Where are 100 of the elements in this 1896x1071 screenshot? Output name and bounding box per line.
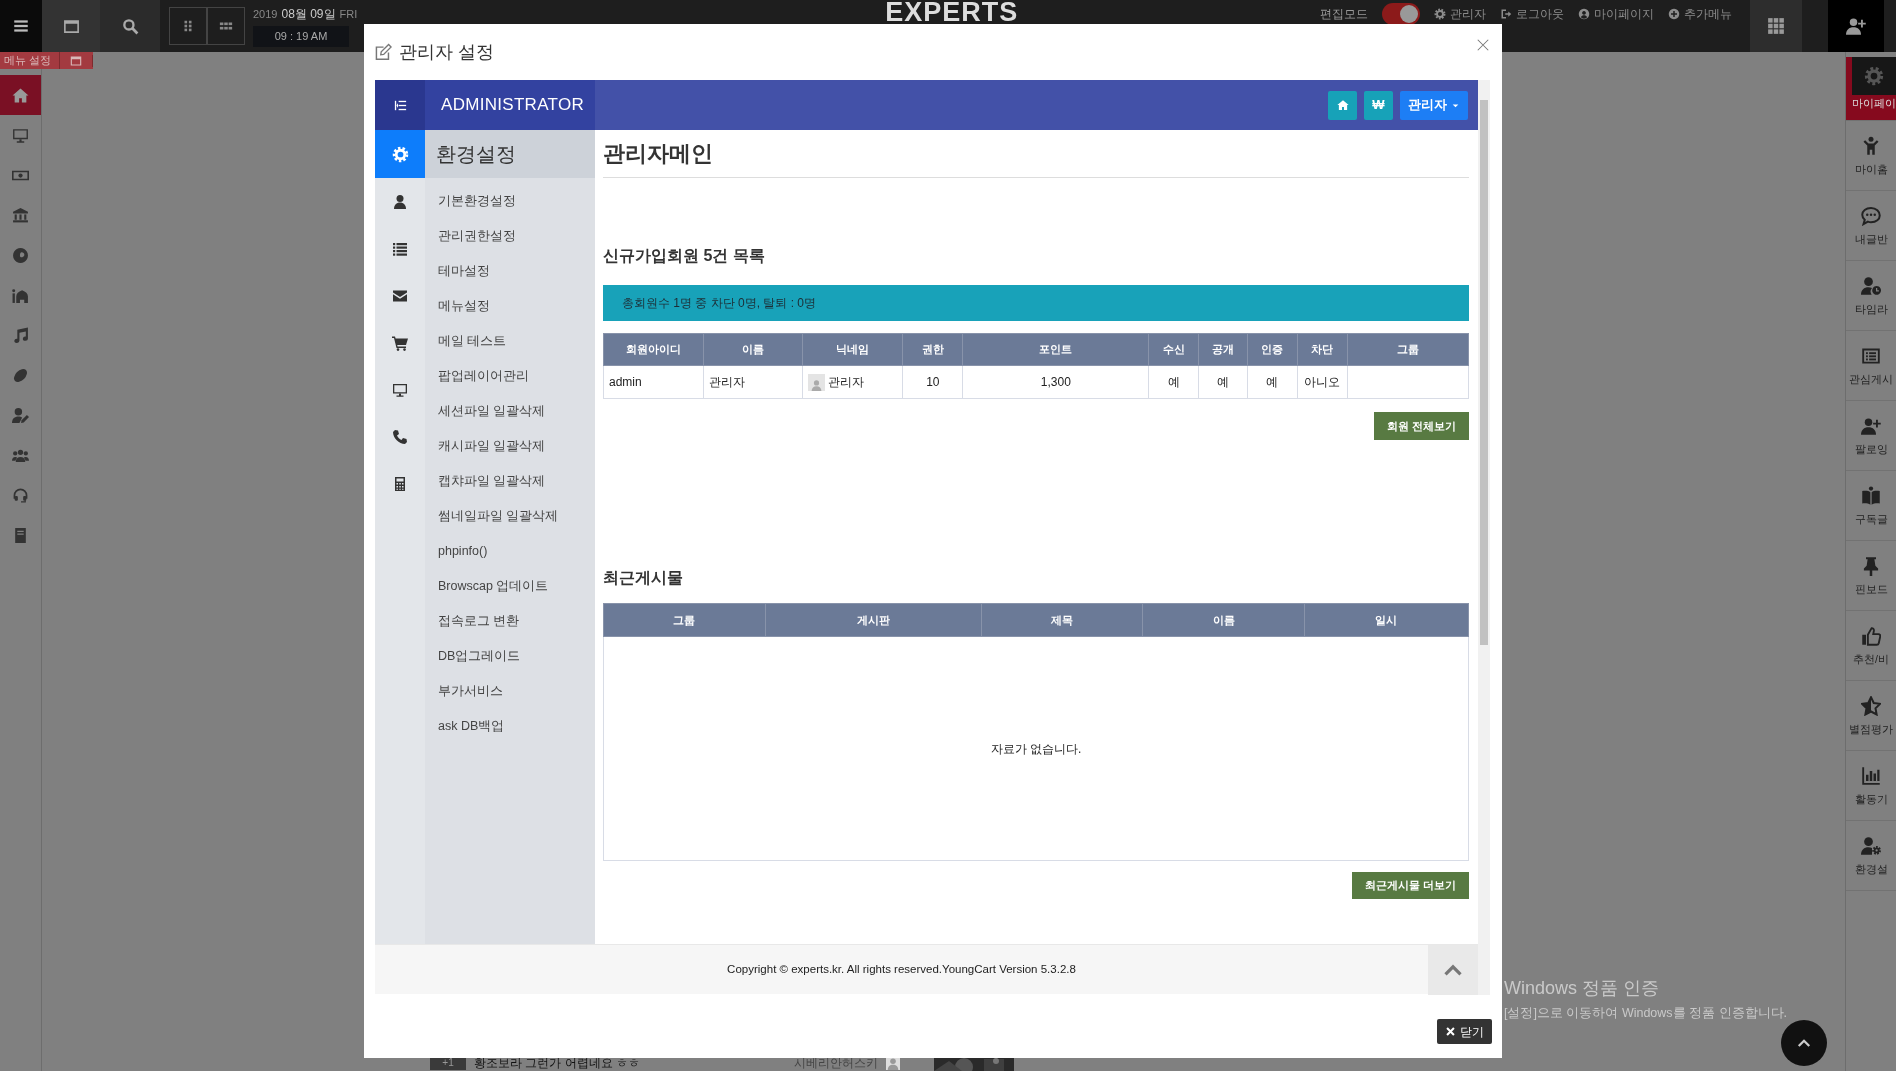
menu-item[interactable]: 캡챠파일 일괄삭제 <box>425 464 595 499</box>
close-button[interactable] <box>1476 38 1490 52</box>
menu-icon <box>12 17 30 35</box>
menu-item[interactable]: 부가서비스 <box>425 674 595 709</box>
gear-icon <box>1434 8 1447 20</box>
globe-icon <box>12 246 29 264</box>
column-header: 제목 <box>981 603 1143 637</box>
column-header: 이름 <box>703 333 803 366</box>
headset-icon <box>12 486 29 504</box>
edit-mode-label: 편집모드 <box>1320 6 1369 23</box>
sidebar-item[interactable]: 구독글 <box>1846 471 1896 541</box>
menu-item[interactable]: 기본환경설정 <box>425 184 595 219</box>
activation-title: Windows 정품 인증 <box>1504 977 1661 1000</box>
column-header: 포인트 <box>963 333 1149 366</box>
user-pen-icon <box>12 406 29 424</box>
back-to-top-button[interactable] <box>1781 1020 1827 1066</box>
sidebar-item[interactable]: 핀보드 <box>1846 541 1896 611</box>
user-plus-icon <box>1846 16 1867 36</box>
menu-item[interactable]: 캐시파일 일괄삭제 <box>425 429 595 464</box>
window-button[interactable] <box>42 0 100 52</box>
top-link[interactable]: 마이페이지 <box>1578 5 1655 23</box>
sidebar-item[interactable]: 타임라 <box>1846 261 1896 331</box>
currency-button[interactable]: ₩ <box>1364 90 1393 120</box>
grid-view-button[interactable] <box>169 7 207 45</box>
table-cell: 예 <box>1148 365 1199 399</box>
menu-item[interactable]: Browscap 업데이트 <box>425 569 595 604</box>
table-cell: 1,300 <box>963 365 1149 399</box>
table-cell: 관리자 <box>703 365 803 399</box>
list-view-button[interactable] <box>207 7 245 45</box>
bar-chart-icon <box>1861 765 1881 786</box>
menu-settings-tab[interactable]: 메뉴 설정 <box>0 52 94 69</box>
more-posts-button[interactable]: 최근게시물 더보기 <box>1351 872 1469 899</box>
top-link[interactable]: 관리자 <box>1434 5 1487 23</box>
menu-item[interactable]: DB업그레이드 <box>425 639 595 674</box>
top-link[interactable]: 로그아웃 <box>1500 5 1565 23</box>
window-icon <box>62 17 80 35</box>
menu-item[interactable]: 썸네일파일 일괄삭제 <box>425 499 595 534</box>
add-user-button[interactable] <box>1828 0 1885 52</box>
section-title: 최근게시물 <box>603 568 684 588</box>
sidebar-item[interactable]: 환경설 <box>1846 821 1896 891</box>
column-header: 수신 <box>1148 333 1199 366</box>
calculator-icon <box>392 475 408 492</box>
sidebar-item[interactable]: 마이홈 <box>1846 121 1896 191</box>
menu-item[interactable]: 메뉴설정 <box>425 289 595 324</box>
menu-item[interactable]: 접속로그 변환 <box>425 604 595 639</box>
sidebar-item[interactable] <box>0 75 41 115</box>
apps-button[interactable] <box>1750 0 1803 52</box>
dialog-title: 관리자 설정 <box>399 40 494 64</box>
view-all-members-button[interactable]: 회원 전체보기 <box>1373 412 1469 440</box>
clock-time: 09 : 19 AM <box>253 26 349 47</box>
user-gear-icon <box>1861 835 1881 856</box>
menu-item[interactable]: ask DB백업 <box>425 709 595 744</box>
user-icon <box>392 193 408 210</box>
year-text: 2019 <box>253 7 278 23</box>
empty-message: 자료가 없습니다. <box>990 741 1082 756</box>
close-button[interactable]: 닫기 <box>1437 1019 1492 1044</box>
sidebar-toggle-button[interactable] <box>375 80 425 130</box>
menu-item[interactable]: 메일 테스트 <box>425 324 595 359</box>
top-link[interactable]: 추가메뉴 <box>1668 5 1733 23</box>
table-cell: 예 <box>1198 365 1248 399</box>
star-icon <box>1861 695 1881 716</box>
music-note-icon <box>12 326 29 344</box>
menu-button[interactable] <box>0 0 42 52</box>
author-name: 시베리안허스키 <box>794 1055 878 1071</box>
monitor-icon <box>392 381 408 398</box>
menu-item[interactable]: 세션파일 일괄삭제 <box>425 394 595 429</box>
sidebar-item[interactable]: 내글반 <box>1846 191 1896 261</box>
member-summary: 총회원수 1명 중 차단 0명, 탈퇴 : 0명 <box>603 285 1469 321</box>
menu-item[interactable]: 팝업레이어관리 <box>425 359 595 394</box>
sidebar-item[interactable]: 관심게시 <box>1846 331 1896 401</box>
table-cell: 예 <box>1247 365 1298 399</box>
window-icon <box>70 54 83 67</box>
settings-icon <box>391 145 409 163</box>
column-header: 인증 <box>1247 333 1298 366</box>
admin-dropdown[interactable]: 관리자 <box>1400 90 1468 120</box>
book-icon <box>12 526 29 544</box>
scrollbar[interactable] <box>1478 80 1490 995</box>
menu-item[interactable]: 관리권한설정 <box>425 219 595 254</box>
column-header: 그룹 <box>603 603 766 637</box>
date-text: 08월 09일 <box>281 6 336 24</box>
sidebar-item[interactable]: 활동기 <box>1846 751 1896 821</box>
sidebar-item[interactable]: 마이페이 <box>1846 57 1896 121</box>
close-icon <box>1445 1026 1456 1037</box>
edit-icon <box>374 43 392 61</box>
scroll-up-button[interactable] <box>1428 944 1478 995</box>
menu-item[interactable]: phpinfo() <box>425 534 595 569</box>
sidebar-item[interactable]: 팔로잉 <box>1846 401 1896 471</box>
edit-mode-switch[interactable] <box>1382 3 1421 25</box>
site-logo[interactable]: EXPERTS <box>885 1 1021 23</box>
open-book-icon <box>1861 485 1881 506</box>
column-header: 이름 <box>1142 603 1305 637</box>
home-button[interactable] <box>1328 90 1357 120</box>
search-button[interactable] <box>100 0 160 52</box>
post-title[interactable]: 황조보라 그런가 어렵네요 ㅎㅎ <box>474 1054 640 1071</box>
menu-item[interactable]: 테마설정 <box>425 254 595 289</box>
sidebar-item[interactable]: 추천/비 <box>1846 611 1896 681</box>
dome-building-icon <box>12 286 29 304</box>
search-icon <box>121 17 139 35</box>
table-cell: 아니오 <box>1297 365 1348 399</box>
sidebar-item[interactable]: 별점평가 <box>1846 681 1896 751</box>
